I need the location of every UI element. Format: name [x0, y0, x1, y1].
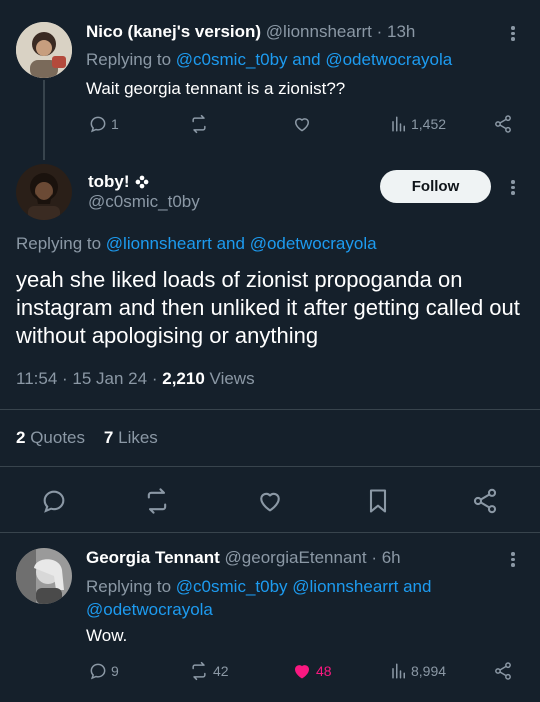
divider	[0, 532, 540, 533]
author-handle[interactable]: @c0smic_t0by	[88, 192, 200, 212]
heart-icon	[295, 118, 309, 132]
tweet-text: yeah she liked loads of zionist propogan…	[16, 267, 520, 348]
share-icon	[495, 115, 511, 133]
share-icon	[473, 488, 497, 514]
views-count: 8,994	[411, 663, 447, 679]
more-options-icon[interactable]	[503, 178, 523, 198]
repost-icon	[147, 488, 167, 514]
views-count: 2,210	[162, 369, 205, 388]
author-handle[interactable]: @georgiaEtennant	[225, 548, 367, 567]
reply-count: 9	[111, 663, 119, 679]
avatar-nico[interactable]	[16, 22, 72, 78]
repost-icon	[192, 661, 206, 681]
views-icon	[392, 116, 405, 132]
replying-prefix: Replying to	[16, 234, 102, 253]
date[interactable]: 15 Jan 24	[72, 369, 147, 388]
quotes-count: 2	[16, 428, 26, 447]
repost-icon	[192, 114, 206, 134]
reply-icon	[90, 116, 106, 133]
heart-filled-icon	[295, 665, 309, 679]
likes-link[interactable]: 7 Likes	[104, 428, 158, 447]
replying-to: Replying to @c0smic_t0by and @odetwocray…	[86, 50, 452, 70]
likes-label: Likes	[118, 428, 158, 447]
quotes-link[interactable]: 2 Quotes	[16, 428, 85, 447]
replying-to: Replying to @lionnshearrt and @odetwocra…	[16, 234, 377, 254]
follow-button[interactable]: Follow	[380, 170, 491, 203]
avatar-georgia[interactable]	[16, 548, 72, 604]
repost-button[interactable]	[143, 487, 171, 515]
author-name[interactable]: Georgia Tennant	[86, 548, 220, 567]
share-button[interactable]	[493, 114, 513, 134]
separator: ·	[151, 369, 158, 388]
tweet-text: Wait georgia tennant is a zionist??	[86, 79, 346, 98]
reply-icon	[90, 663, 106, 680]
author-name[interactable]: toby!	[88, 172, 130, 192]
replying-users[interactable]: @lionnshearrt and @odetwocrayola	[106, 234, 377, 253]
likes-count: 7	[103, 428, 114, 447]
more-options-icon[interactable]	[503, 550, 523, 570]
repost-count: 42	[213, 663, 229, 679]
tweet-text: Wow.	[86, 626, 128, 645]
like-button[interactable]: 48	[291, 661, 332, 681]
replying-prefix: Replying to	[86, 50, 172, 69]
separator: ·	[371, 548, 377, 567]
like-button[interactable]	[256, 487, 284, 515]
repost-button[interactable]: 42	[188, 661, 229, 681]
more-options-icon[interactable]	[503, 24, 523, 44]
reply-button[interactable]: 1	[88, 114, 119, 134]
heart-icon	[260, 492, 280, 512]
author-name[interactable]: Nico (kanej's version)	[86, 22, 261, 41]
bookmark-icon	[369, 489, 387, 513]
author-handle[interactable]: @lionnshearrt	[266, 22, 372, 41]
reply-button[interactable]	[40, 487, 68, 515]
timestamp[interactable]: 13h	[387, 22, 415, 41]
tweet1-header: Nico (kanej's version) @lionnshearrt · 1…	[86, 22, 415, 42]
flower-icon	[135, 175, 148, 189]
reply-count: 1	[111, 116, 119, 132]
views-button[interactable]: 8,994	[390, 662, 446, 680]
reply-icon	[43, 490, 65, 513]
repost-button[interactable]	[188, 114, 210, 134]
tweet3-header: Georgia Tennant @georgiaEtennant · 6h	[86, 548, 401, 568]
divider	[0, 466, 540, 467]
replying-users[interactable]: @c0smic_t0by and @odetwocrayola	[176, 50, 452, 69]
views-button[interactable]: 1,452	[390, 115, 446, 133]
tweet-meta: 11:54 · 15 Jan 24 · 2,210 Views	[16, 369, 255, 389]
separator: ·	[62, 369, 68, 388]
replying-prefix: Replying to	[86, 577, 172, 596]
like-count: 48	[316, 663, 332, 679]
reply-button[interactable]: 9	[88, 661, 119, 681]
separator: ·	[376, 22, 383, 41]
divider	[0, 409, 540, 410]
views-icon	[392, 663, 405, 679]
bookmark-button[interactable]	[364, 487, 392, 515]
timestamp[interactable]: 6h	[382, 548, 401, 567]
quotes-label: Quotes	[30, 428, 86, 447]
share-button[interactable]	[493, 661, 513, 681]
like-button[interactable]	[291, 114, 313, 134]
views-label: Views	[209, 369, 255, 388]
avatar-toby[interactable]	[16, 164, 72, 220]
views-count: 1,452	[411, 116, 447, 132]
share-icon	[495, 662, 511, 680]
engagement-stats: 2 Quotes 7 Likes	[16, 428, 158, 448]
replying-to: Replying to @c0smic_t0by @lionnshearrt a…	[86, 575, 506, 621]
thread-line	[43, 80, 45, 160]
share-button[interactable]	[471, 487, 499, 515]
time[interactable]: 11:54	[16, 369, 57, 388]
author-name-row: toby!	[88, 172, 149, 192]
